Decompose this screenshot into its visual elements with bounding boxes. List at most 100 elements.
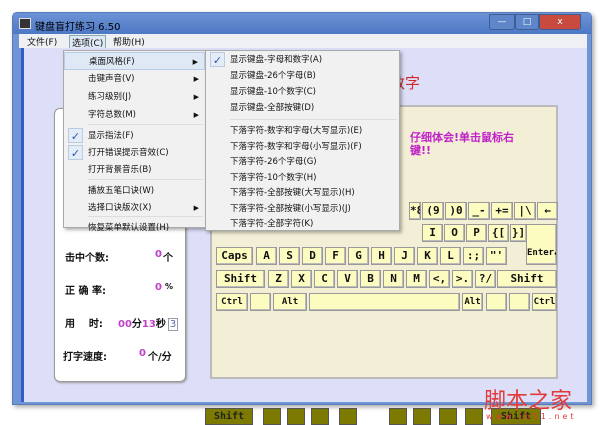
- key-row2[interactable]: P: [466, 224, 487, 242]
- menu-separator: [230, 119, 397, 120]
- key-row4[interactable]: N: [383, 270, 404, 288]
- key-row3[interactable]: Caps: [216, 247, 253, 265]
- menu-item-label: 练习级别(J): [88, 92, 132, 102]
- style-submenu-item[interactable]: 显示键盘-10个数字(C): [206, 84, 399, 100]
- menu-item-label: 打开背景音乐(B): [88, 165, 152, 175]
- key-row1[interactable]: _-: [468, 202, 490, 220]
- hint-line-2: 键!!: [410, 144, 432, 157]
- menu-file[interactable]: 文件(F): [25, 35, 59, 48]
- key-row2[interactable]: I: [422, 224, 443, 242]
- title-bar[interactable]: 键盘盲打练习 6.50 — □ x: [13, 13, 591, 34]
- close-button[interactable]: x: [539, 14, 581, 30]
- style-submenu-item[interactable]: 下落字符-全部字符(K): [206, 216, 399, 232]
- key-row4[interactable]: X: [291, 270, 312, 288]
- menu-item-label: 下落字符-数字和字母(大写显示)(E): [230, 126, 363, 136]
- options-menu-item[interactable]: 打开背景音乐(B): [64, 161, 205, 179]
- menu-separator: [88, 124, 203, 125]
- key-row4[interactable]: B: [360, 270, 381, 288]
- accuracy-label: 正 确 率:: [65, 286, 106, 297]
- key-row1[interactable]: +=: [491, 202, 513, 220]
- minimize-button[interactable]: —: [489, 14, 515, 30]
- style-submenu-item[interactable]: 下落字符-10个数字(H): [206, 170, 399, 186]
- key-row1[interactable]: )0: [445, 202, 467, 220]
- desktop-style-submenu: ✓ 显示键盘-字母和数字(A) 显示键盘-26个字母(B) 显示键盘-10个数字(C)…: [205, 50, 400, 231]
- key-row4[interactable]: Shift: [216, 270, 265, 288]
- key-row1[interactable]: (9: [422, 202, 444, 220]
- key-enter[interactable]: Enter↵: [526, 224, 557, 265]
- maximize-button[interactable]: □: [515, 14, 539, 30]
- key-row3[interactable]: F: [325, 247, 346, 265]
- key-row5[interactable]: [486, 293, 507, 311]
- key-row5[interactable]: Ctrl: [532, 293, 557, 311]
- key-row2[interactable]: O: [444, 224, 465, 242]
- key-row3[interactable]: :;: [463, 247, 484, 265]
- style-submenu-item[interactable]: 下落字符-全部按键(小写显示)(J): [206, 201, 399, 217]
- menu-help[interactable]: 帮助(H): [111, 35, 147, 48]
- options-menu-item[interactable]: 练习级别(J) ▶: [64, 88, 205, 106]
- options-menu-item[interactable]: 字符总数(M) ▶: [64, 106, 205, 124]
- check-icon: ✓: [210, 52, 225, 67]
- key-row3[interactable]: K: [417, 247, 438, 265]
- style-submenu-item[interactable]: ✓ 显示键盘-字母和数字(A): [206, 52, 399, 68]
- key-row1[interactable]: |\: [514, 202, 536, 220]
- options-menu-item[interactable]: ✓ 显示指法(F): [64, 127, 205, 145]
- hits-value: 0: [155, 249, 162, 260]
- key-row4[interactable]: Shift: [497, 270, 557, 288]
- style-submenu-item[interactable]: 下落字符-数字和字母(大写显示)(E): [206, 123, 399, 139]
- submenu-arrow-icon: ▶: [192, 58, 198, 66]
- menu-item-label: 下落字符-10个数字(H): [230, 172, 317, 183]
- key-row4[interactable]: V: [337, 270, 358, 288]
- key-row3[interactable]: G: [348, 247, 369, 265]
- menu-item-label: 桌面风格(F): [89, 57, 135, 67]
- key-row4[interactable]: C: [314, 270, 335, 288]
- accuracy-unit: %: [165, 282, 174, 291]
- key-row5[interactable]: Ctrl: [216, 293, 248, 311]
- menu-item-label: 下落字符-26个字母(G): [230, 157, 317, 167]
- key-row3[interactable]: H: [371, 247, 392, 265]
- app-icon: [19, 18, 31, 29]
- style-submenu-item[interactable]: 显示键盘-全部按键(D): [206, 100, 399, 116]
- key-row4[interactable]: >.: [452, 270, 473, 288]
- key-row5[interactable]: Alt: [273, 293, 307, 311]
- key-row3[interactable]: A: [256, 247, 277, 265]
- key-row3[interactable]: "': [486, 247, 507, 265]
- key-row5[interactable]: [250, 293, 271, 311]
- style-submenu-item[interactable]: 下落字符-全部按键(大写显示)(H): [206, 185, 399, 201]
- key-row3[interactable]: J: [394, 247, 415, 265]
- options-menu-item[interactable]: 播放五笔口诀(W): [64, 182, 205, 200]
- options-menu-item[interactable]: 恢复菜单默认设置(H): [64, 219, 205, 237]
- key-row5[interactable]: Alt: [462, 293, 483, 311]
- style-submenu-item[interactable]: 下落字符-数字和字母(小写显示)(F): [206, 139, 399, 155]
- time-seconds: 13: [141, 319, 156, 330]
- key-row4[interactable]: Z: [268, 270, 289, 288]
- style-submenu-item[interactable]: 下落字符-26个字母(G): [206, 154, 399, 170]
- key-row3[interactable]: D: [302, 247, 323, 265]
- menu-item-label: 播放五笔口诀(W): [88, 186, 155, 196]
- menu-separator: [88, 216, 203, 217]
- key-row1[interactable]: ←: [537, 202, 558, 220]
- options-menu-item[interactable]: ✓ 打开错误提示音效(C): [64, 144, 205, 162]
- key-row4[interactable]: ?/: [475, 270, 496, 288]
- key-row1[interactable]: *8: [409, 202, 421, 220]
- style-submenu-item[interactable]: 显示键盘-26个字母(B): [206, 68, 399, 84]
- key-row3[interactable]: S: [279, 247, 300, 265]
- options-menu-item[interactable]: 选择口诀版次(X) ▶: [64, 199, 205, 217]
- menu-item-label: 显示键盘-字母和数字(A): [230, 55, 323, 65]
- time-label: 用 时:: [65, 319, 103, 330]
- speed-unit: 个/分: [148, 352, 172, 363]
- key-row3[interactable]: L: [440, 247, 461, 265]
- key-row4[interactable]: M: [406, 270, 427, 288]
- key-row2[interactable]: {[: [488, 224, 509, 242]
- menu-item-label: 显示键盘-10个数字(C): [230, 87, 316, 97]
- options-menu-item[interactable]: 桌面风格(F) ▶: [64, 52, 205, 70]
- key-row5[interactable]: [309, 293, 460, 311]
- options-menu-item[interactable]: 击键声音(V) ▶: [64, 70, 205, 88]
- key-row2[interactable]: }]: [510, 224, 527, 242]
- menu-item-label: 字符总数(M): [88, 110, 136, 120]
- time-box: 3: [167, 318, 179, 331]
- key-row5[interactable]: [509, 293, 530, 311]
- stat-hits: 击中个数: 0 个: [65, 249, 173, 264]
- menu-item-label: 击键声音(V): [88, 74, 135, 84]
- key-row4[interactable]: <,: [429, 270, 450, 288]
- stat-speed: 打字速度: 0 个/分: [63, 348, 172, 363]
